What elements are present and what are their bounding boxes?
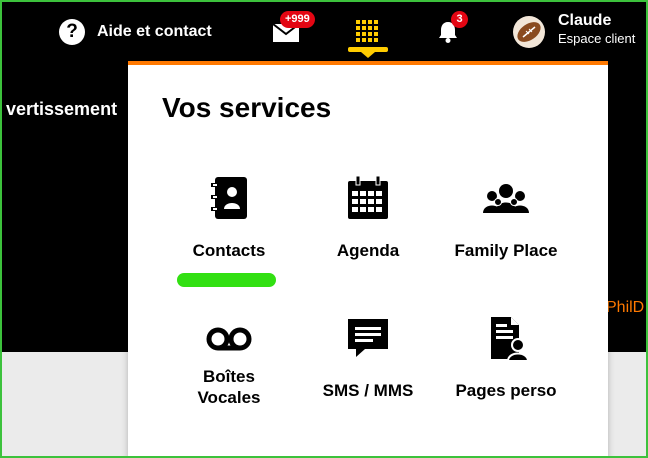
service-agenda[interactable]: Agenda bbox=[298, 175, 438, 275]
user-name[interactable]: Claude bbox=[558, 12, 611, 30]
service-agenda-label: Agenda bbox=[336, 241, 400, 260]
rugby-ball-avatar-icon bbox=[513, 16, 545, 48]
apps-menu-button[interactable] bbox=[348, 16, 388, 58]
service-sms-mms-label: SMS / MMS bbox=[322, 381, 414, 400]
service-voicemail-label-line2: Vocales bbox=[197, 388, 261, 407]
top-navigation-bar: ? Aide et contact +999 3 Claude Espace c… bbox=[2, 2, 646, 62]
app-frame: ? Aide et contact +999 3 Claude Espace c… bbox=[0, 0, 648, 458]
user-account-subtitle[interactable]: Espace client bbox=[558, 31, 635, 46]
contacts-book-icon bbox=[159, 175, 299, 221]
user-avatar[interactable] bbox=[513, 16, 545, 48]
services-dropdown-panel: Vos services Contacts Agenda Family Plac… bbox=[128, 61, 608, 456]
active-service-indicator bbox=[177, 273, 276, 287]
service-sms-mms[interactable]: SMS / MMS bbox=[298, 315, 438, 415]
personal-page-icon bbox=[436, 315, 576, 361]
help-icon: ? bbox=[59, 19, 85, 45]
service-family-place-label: Family Place bbox=[454, 241, 558, 260]
background-partial-text: vertissement bbox=[6, 99, 118, 119]
service-voicemail-label-line1: Boîtes bbox=[203, 367, 255, 386]
voicemail-icon bbox=[159, 315, 299, 361]
help-contact-link[interactable]: ? Aide et contact bbox=[59, 19, 212, 45]
service-family-place[interactable]: Family Place bbox=[436, 175, 576, 275]
service-voicemail[interactable]: Boîtes Vocales bbox=[159, 315, 299, 415]
services-panel-title: Vos services bbox=[162, 92, 332, 123]
help-contact-label: Aide et contact bbox=[97, 23, 212, 40]
service-voicemail-label: Boîtes Vocales bbox=[159, 366, 299, 408]
family-icon bbox=[436, 175, 576, 221]
service-pages-perso-label: Pages perso bbox=[455, 381, 557, 400]
service-pages-perso[interactable]: Pages perso bbox=[436, 315, 576, 415]
apps-caret-icon bbox=[361, 52, 375, 58]
apps-grid-icon bbox=[356, 20, 378, 42]
mail-count-badge: +999 bbox=[280, 11, 315, 28]
service-contacts-label: Contacts bbox=[192, 241, 266, 260]
background-partial-link[interactable]: PhilD bbox=[606, 299, 644, 317]
message-icon bbox=[298, 315, 438, 361]
notifications-count-badge: 3 bbox=[451, 11, 468, 28]
calendar-icon bbox=[298, 175, 438, 221]
